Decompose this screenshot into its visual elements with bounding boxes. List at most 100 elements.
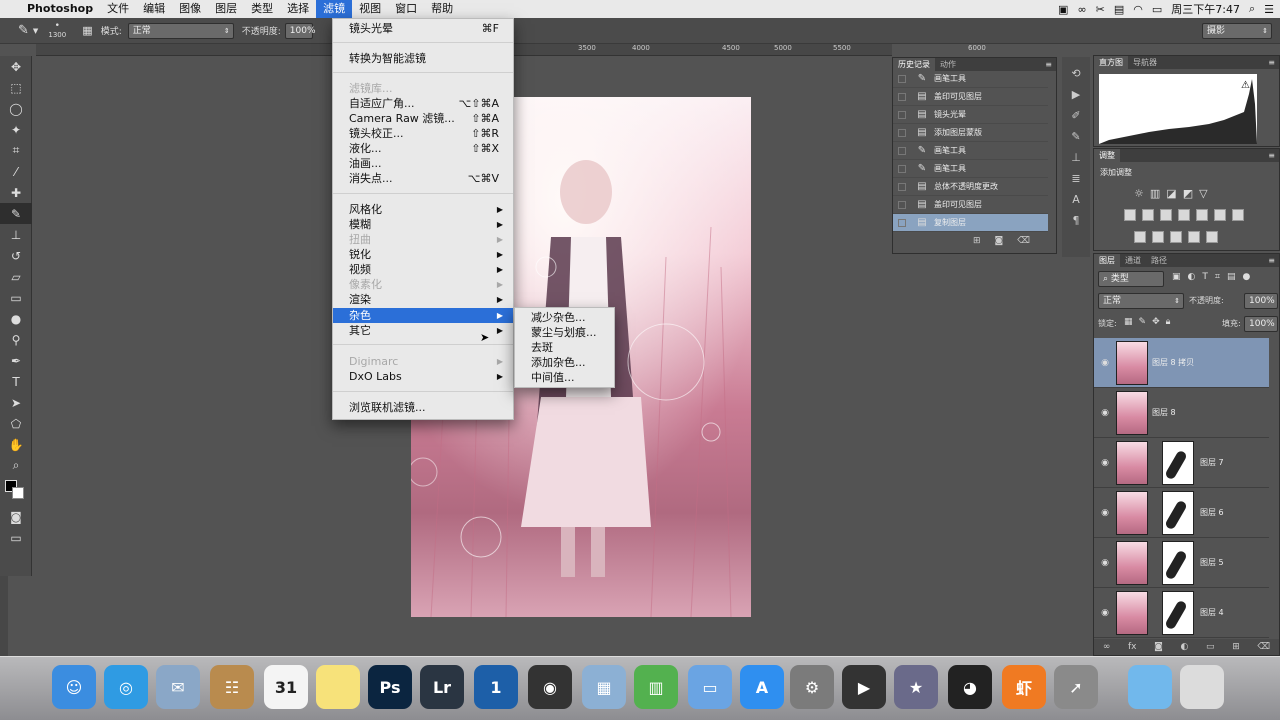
layer-row[interactable]: ◉ 图层 6 (1094, 488, 1269, 538)
history-checkbox[interactable] (898, 128, 906, 137)
history-item[interactable]: ✎ 画笔工具 (893, 142, 1048, 160)
mode-select[interactable]: 正常 ⇕ (127, 22, 234, 39)
layer-mask-thumbnail[interactable] (1162, 540, 1194, 585)
history-checkbox[interactable] (898, 182, 906, 191)
lasso-tool-icon[interactable]: ◯ (0, 98, 32, 119)
blur-tool-icon[interactable]: ● (0, 308, 32, 329)
layer-mask-thumbnail[interactable] (1162, 440, 1194, 485)
curves-icon[interactable]: ◪ (1166, 187, 1176, 200)
history-item[interactable]: ▤ 总体不透明度更改 (893, 178, 1048, 196)
character-icon[interactable]: A (1062, 189, 1090, 210)
add-mask-icon[interactable]: ◙ (1154, 642, 1163, 652)
new-adjustment-icon[interactable]: ◐ (1181, 642, 1189, 652)
tool-presets-icon[interactable]: ✐ (1062, 105, 1090, 126)
trash-icon[interactable]: ⌫ (1257, 642, 1270, 652)
color-swatches[interactable] (0, 476, 31, 506)
photo-filter-icon[interactable] (1178, 209, 1190, 221)
dock-folder-icon[interactable] (1128, 665, 1172, 709)
clock[interactable]: 周三下午7:47 (1171, 1, 1240, 17)
filter-item-lens-correction[interactable]: 镜头校正... ⇧⌘R (333, 126, 513, 141)
hue-saturation-icon[interactable] (1124, 209, 1136, 221)
eye-icon[interactable]: ◉ (1094, 608, 1116, 618)
tab-paths[interactable]: 路径 (1146, 254, 1172, 267)
new-document-icon[interactable]: ⊞ (973, 236, 981, 246)
tab-navigator[interactable]: 导航器 (1128, 56, 1162, 69)
dodge-tool-icon[interactable]: ⚲ (0, 329, 32, 350)
gradient-map-icon[interactable] (1188, 231, 1200, 243)
noise-item-reduce[interactable]: 减少杂色... (515, 310, 615, 325)
dock-qq-icon[interactable]: ◕ (948, 665, 992, 709)
grid-icon[interactable] (1232, 209, 1244, 221)
crop-tool-icon[interactable]: ⌗ (0, 140, 32, 161)
filter-item-smart-filter[interactable]: 转换为智能滤镜 (333, 51, 513, 66)
eye-icon[interactable]: ◉ (1094, 558, 1116, 568)
clone-stamp-tool-icon[interactable]: ⊥ (0, 224, 32, 245)
tab-layers[interactable]: 图层 (1094, 254, 1120, 267)
filter-item-render[interactable]: 渲染 ▶ (333, 292, 513, 307)
dock-finder-icon[interactable]: ☺ (52, 665, 96, 709)
pen-tool-icon[interactable]: ✒ (0, 350, 32, 371)
move-tool-icon[interactable]: ✥ (0, 56, 32, 77)
fx-icon[interactable]: fx (1128, 642, 1137, 652)
quick-mask-icon[interactable]: ◙ (0, 506, 32, 527)
filter-item-noise[interactable]: 杂色 ▶ (333, 308, 513, 323)
dock-photoshop-icon[interactable]: Ps (368, 665, 412, 709)
dock-preview-icon[interactable]: ▦ (582, 665, 626, 709)
filter-toggle-icon[interactable]: ● (1242, 272, 1250, 282)
history-item[interactable]: ▤ 添加图层蒙版 (893, 124, 1048, 142)
magic-wand-tool-icon[interactable]: ✦ (0, 119, 32, 140)
history-item[interactable]: ▤ 镜头光晕 (893, 106, 1048, 124)
history-item[interactable]: ▤ 盖印可见图层 (893, 196, 1048, 214)
new-group-icon[interactable]: ▭ (1206, 642, 1215, 652)
filter-item-dxo-labs[interactable]: DxO Labs ▶ (333, 369, 513, 384)
menu-view[interactable]: 视图 (352, 0, 388, 18)
history-item[interactable]: ✎ 画笔工具 (893, 160, 1048, 178)
type-tool-icon[interactable]: T (0, 371, 32, 392)
adjustment-filter-icon[interactable]: ◐ (1188, 272, 1196, 282)
levels-icon[interactable]: ▥ (1150, 187, 1160, 200)
dock-onepassword-icon[interactable]: 1 (474, 665, 518, 709)
vibrance-icon[interactable]: ▽ (1199, 187, 1207, 200)
shape-filter-icon[interactable]: ⌗ (1215, 272, 1220, 282)
history-checkbox[interactable] (898, 200, 906, 209)
layer-row[interactable]: ◉ 图层 7 (1094, 438, 1269, 488)
noise-item-dust-scratches[interactable]: 蒙尘与划痕... (515, 325, 615, 340)
dock-appstore-icon[interactable]: A (740, 665, 784, 709)
brush-tool-icon[interactable]: ✎ (0, 203, 32, 224)
gradient-tool-icon[interactable]: ▭ (0, 287, 32, 308)
eye-icon[interactable]: ◉ (1094, 408, 1116, 418)
filter-item-lens-flare[interactable]: 镜头光晕 ⌘F (333, 21, 513, 36)
dock-sysprefs-icon[interactable]: ⚙ (790, 665, 834, 709)
apple-menu-icon[interactable] (0, 0, 20, 18)
menu-help[interactable]: 帮助 (424, 0, 460, 18)
background-color[interactable] (12, 487, 24, 499)
filter-item-adaptive-wide-angle[interactable]: 自适应广角... ⌥⇧⌘A (333, 96, 513, 111)
tab-histogram[interactable]: 直方图 (1094, 56, 1128, 69)
tab-adjustments[interactable]: 调整 (1094, 149, 1120, 162)
filter-item-sharpen[interactable]: 锐化 ▶ (333, 247, 513, 262)
menu-select[interactable]: 选择 (280, 0, 316, 18)
dock-safari-icon[interactable]: ◎ (104, 665, 148, 709)
brush-tool-icon[interactable]: ✎ (18, 23, 29, 38)
history-item-current[interactable]: ▤ 复制图层 (893, 214, 1048, 232)
eye-icon[interactable]: ◉ (1094, 358, 1116, 368)
filter-item-blur[interactable]: 模糊 ▶ (333, 217, 513, 232)
lock-image-icon[interactable]: ✎ (1139, 317, 1147, 327)
menu-type[interactable]: 类型 (244, 0, 280, 18)
layer-row[interactable]: ◉ 图层 8 拷贝 (1094, 338, 1269, 388)
filter-item-video[interactable]: 视频 ▶ (333, 262, 513, 277)
type-filter-icon[interactable]: T (1202, 272, 1208, 282)
menu-layer[interactable]: 图层 (208, 0, 244, 18)
history-checkbox[interactable] (898, 146, 906, 155)
paragraph-icon[interactable]: ¶ (1062, 210, 1090, 231)
history-checkbox[interactable] (898, 218, 906, 227)
link-layers-icon[interactable]: ∞ (1103, 642, 1111, 652)
notification-icon[interactable]: ☰ (1264, 3, 1274, 16)
actions-panel-icon[interactable]: ▶ (1062, 84, 1090, 105)
filter-item-browse-online[interactable]: 浏览联机滤镜... (333, 400, 513, 415)
history-item[interactable]: ▤ 盖印可见图层 (893, 88, 1048, 106)
brush-size-picker[interactable]: • 1300 (46, 21, 68, 40)
exposure-icon[interactable]: ◩ (1183, 187, 1193, 200)
eyedropper-tool-icon[interactable]: ⁄ (0, 161, 32, 182)
tools-icon[interactable]: ✂ (1096, 3, 1105, 16)
